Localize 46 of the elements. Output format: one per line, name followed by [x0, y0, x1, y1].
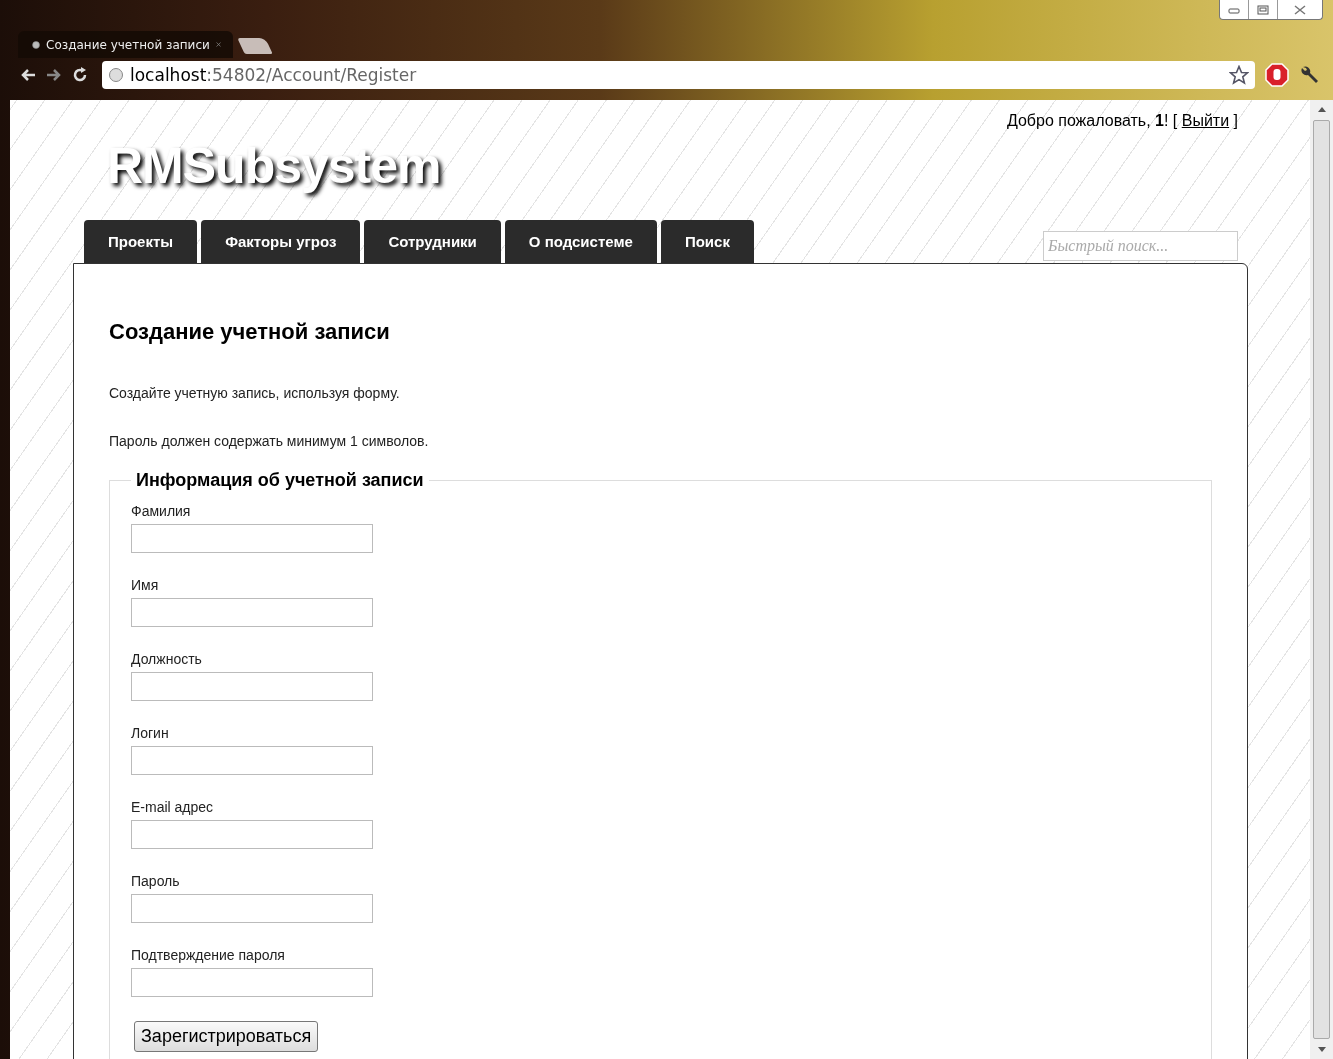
url-text: localhost:54802/Account/Register — [130, 65, 418, 85]
nav-tab[interactable]: Факторы угроз — [201, 220, 361, 263]
scroll-up-icon[interactable] — [1317, 106, 1326, 112]
input-field[interactable] — [131, 820, 373, 849]
globe-icon — [108, 67, 124, 83]
wrench-icon[interactable] — [1299, 64, 1321, 86]
minimize-icon — [1228, 5, 1240, 14]
nav-tab[interactable]: О подсистеме — [504, 220, 657, 263]
scroll-down-icon[interactable] — [1317, 1047, 1326, 1053]
input-field[interactable] — [131, 524, 373, 553]
field-label: Подтверждение пароля — [131, 947, 285, 963]
browser-tab[interactable]: Создание учетной записи — [18, 31, 233, 58]
field-label: Пароль — [131, 873, 180, 889]
forward-arrow-icon[interactable] — [46, 68, 62, 82]
nav-tab[interactable]: Проекты — [84, 220, 198, 263]
scrollbar[interactable] — [1310, 100, 1333, 1059]
logout-link[interactable]: Выйти — [1181, 112, 1230, 129]
field-label: Должность — [131, 651, 202, 667]
welcome-message: Добро пожаловать, 1! [ Выйти ] — [1006, 112, 1238, 131]
field-label: Фамилия — [131, 503, 191, 519]
fieldset-legend: Информация об учетной записи — [131, 470, 429, 491]
register-button[interactable]: Зарегистрироваться — [134, 1021, 319, 1052]
field-label: Логин — [131, 725, 169, 741]
address-bar[interactable]: localhost:54802/Account/Register — [102, 61, 1255, 89]
maximize-icon — [1257, 4, 1269, 15]
search-field[interactable]: Быстрый поиск... — [1043, 231, 1238, 261]
input-field[interactable] — [131, 894, 373, 923]
field-label: E-mail адрес — [131, 799, 214, 815]
tab-title: Создание учетной записи — [46, 37, 210, 52]
nav-tab[interactable]: Сотрудники — [364, 220, 501, 263]
input-field[interactable] — [131, 672, 373, 701]
page-title: Создание учетной записи — [109, 319, 391, 345]
close-icon[interactable] — [215, 40, 221, 49]
star-icon[interactable] — [1229, 65, 1249, 85]
field-label: Имя — [131, 577, 159, 593]
password-requirement-text: Пароль должен содержать минимум 1 символов. — [109, 433, 430, 449]
reload-icon[interactable] — [72, 67, 88, 83]
close-icon — [1294, 4, 1306, 15]
scrollbar-thumb[interactable] — [1313, 120, 1330, 1039]
input-field[interactable] — [131, 968, 373, 997]
back-arrow-icon[interactable] — [20, 68, 36, 82]
new-tab-button[interactable] — [237, 38, 273, 54]
input-field[interactable] — [131, 598, 373, 627]
input-field[interactable] — [131, 746, 373, 775]
intro-text: Создайте учетную запись, используя форму. — [109, 385, 401, 401]
nav-tab[interactable]: Поиск — [660, 220, 754, 263]
